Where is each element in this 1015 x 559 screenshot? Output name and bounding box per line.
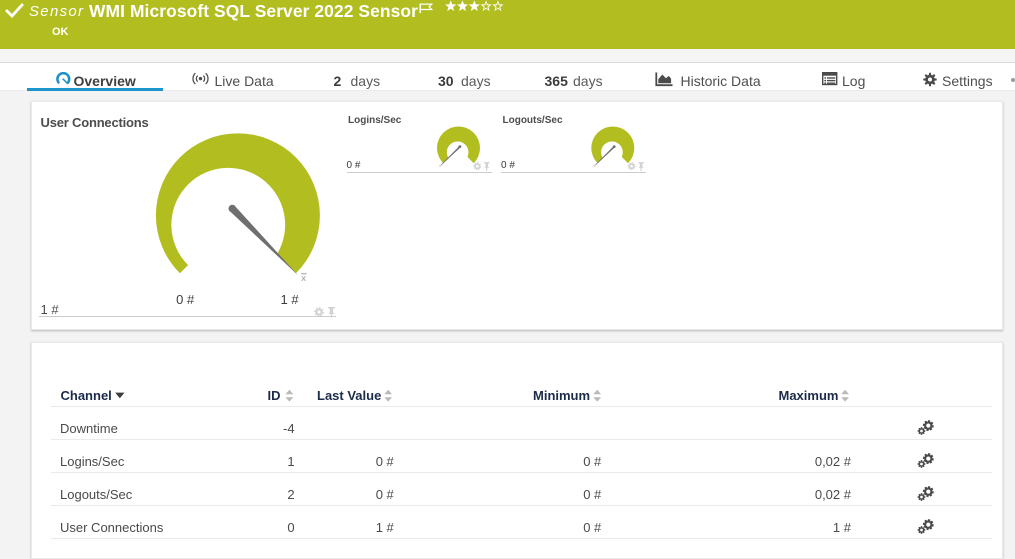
svg-text:x: x (301, 273, 306, 284)
